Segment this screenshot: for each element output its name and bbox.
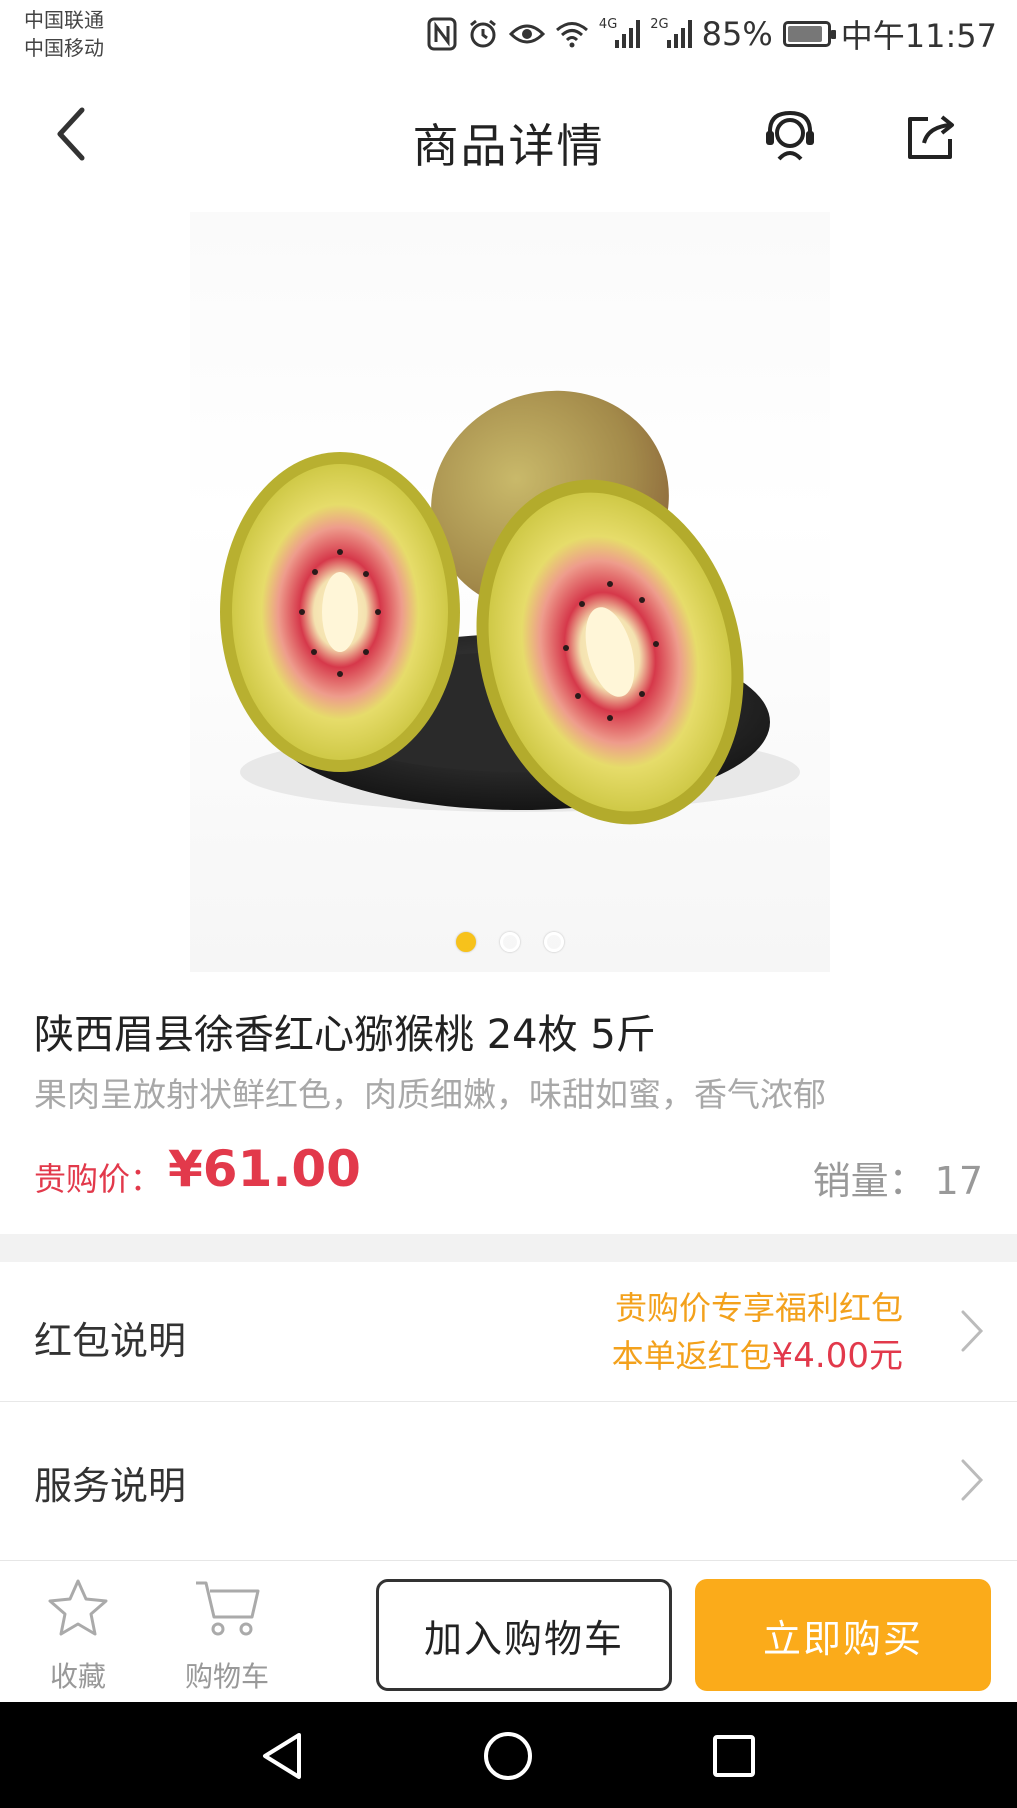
gallery-pagination (190, 932, 830, 952)
sales-volume: 销量： 17 (805, 1150, 983, 1205)
gallery-dot-2[interactable] (500, 932, 520, 952)
status-icons: 4G 2G 85% 中午11:57 (427, 12, 997, 56)
share-button[interactable] (898, 102, 966, 170)
redpack-label: 红包说明 (34, 1319, 187, 1363)
price-value: ¥61.00 (168, 1140, 361, 1198)
redpack-line2-prefix: 本单返红包 (611, 1337, 772, 1375)
square-recents-icon (713, 1735, 755, 1777)
cart-icon (196, 1581, 260, 1636)
status-bar: 中国联通 中国移动 4G 2G 85% 中午11:57 (0, 0, 1017, 72)
customer-service-button[interactable] (756, 102, 824, 170)
carrier-info: 中国联通 中国移动 (24, 6, 104, 62)
service-info-row[interactable]: 服务说明 (0, 1403, 1017, 1559)
eye-comfort-icon (508, 20, 545, 48)
header: 商品详情 (0, 72, 1017, 212)
triangle-back-icon (263, 1733, 301, 1779)
product-name: 陕西眉县徐香红心猕猴桃 24枚 5斤 (34, 1012, 656, 1058)
nav-recents-button[interactable] (704, 1726, 764, 1786)
nav-home-button[interactable] (478, 1726, 538, 1786)
alarm-icon (467, 18, 499, 50)
favorite-label: 收藏 (49, 1660, 106, 1693)
redpack-amount: ¥4.00元 (771, 1336, 903, 1376)
star-icon (48, 1579, 108, 1636)
share-icon (908, 115, 954, 159)
price-label: 贵购价： (34, 1160, 163, 1198)
gallery-dot-1[interactable] (456, 932, 476, 952)
battery-icon (782, 21, 836, 47)
nav-back-button[interactable] (252, 1726, 312, 1786)
redpack-line1: 贵购价专享福利红包 (614, 1289, 903, 1327)
cart-button[interactable]: 购物车 (172, 1575, 282, 1695)
redpack-detail: 贵购价专享福利红包 本单返红包¥4.00元 (612, 1284, 903, 1380)
sales-label: 销量： (812, 1159, 927, 1203)
product-description: 果肉呈放射状鲜红色，肉质细嫩，味甜如蜜，香气浓郁 (34, 1075, 826, 1114)
product-image-gallery[interactable] (190, 212, 830, 972)
wifi-icon (555, 20, 589, 48)
bottom-action-bar: 收藏 购物车 加入购物车 立即购买 (0, 1560, 1017, 1702)
section-divider (0, 1234, 1017, 1262)
page-title: 商品详情 (412, 119, 605, 173)
circle-home-icon (484, 1732, 532, 1780)
clock: 中午11:57 (840, 17, 997, 55)
favorite-button[interactable]: 收藏 (36, 1575, 120, 1695)
nfc-icon (427, 17, 457, 51)
battery-percent: 85% (701, 15, 773, 53)
cart-label: 购物车 (184, 1660, 269, 1693)
chevron-right-icon (961, 1459, 984, 1501)
service-label: 服务说明 (34, 1464, 187, 1508)
carrier-1: 中国联通 (24, 8, 104, 32)
carrier-2: 中国移动 (24, 36, 104, 60)
signal-4g-icon: 4G (599, 17, 641, 48)
headset-icon (766, 110, 814, 161)
product-detail-screen: 中国联通 中国移动 4G 2G 85% 中午11:57 商品详情 陕西眉县徐香红… (0, 0, 1017, 1808)
gallery-dot-3[interactable] (544, 932, 564, 952)
add-to-cart-button[interactable]: 加入购物车 (376, 1579, 672, 1691)
buy-now-button[interactable]: 立即购买 (695, 1579, 991, 1691)
system-nav-bar (0, 1702, 1017, 1808)
chevron-right-icon (961, 1310, 984, 1352)
signal-2g-icon: 2G (650, 17, 692, 48)
kiwi-product-image (220, 390, 800, 825)
redpack-info-row[interactable]: 红包说明 贵购价专享福利红包 本单返红包¥4.00元 (0, 1262, 1017, 1402)
sales-count: 17 (934, 1159, 983, 1203)
